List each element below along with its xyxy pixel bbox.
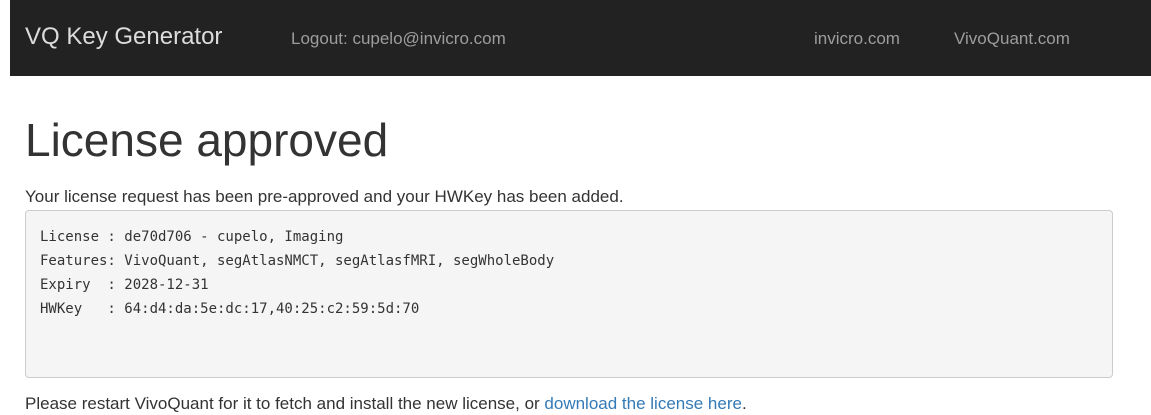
brand-link[interactable]: VQ Key Generator: [25, 22, 222, 52]
restart-text: Please restart VivoQuant for it to fetch…: [25, 394, 545, 413]
license-details-box: License : de70d706 - cupelo, Imaging Fea…: [25, 210, 1113, 378]
expiry-line: Expiry : 2028-12-31: [40, 277, 209, 293]
restart-suffix: .: [741, 394, 747, 413]
intro-text: Your license request has been pre-approv…: [25, 187, 624, 206]
logout-link[interactable]: Logout: cupelo@invicro.com: [291, 28, 506, 50]
features-line: Features: VivoQuant, segAtlasNMCT, segAt…: [40, 253, 555, 269]
license-line: License : de70d706 - cupelo, Imaging: [40, 229, 344, 245]
restart-note: Please restart VivoQuant for it to fetch…: [25, 393, 747, 415]
page-title: License approved: [25, 114, 389, 166]
hwkey-line: HWKey : 64:d4:da:5e:dc:17,40:25:c2:59:5d…: [40, 301, 420, 317]
download-license-link[interactable]: download the license here: [544, 394, 742, 413]
top-navbar: VQ Key Generator Logout: cupelo@invicro.…: [10, 0, 1151, 76]
nav-link-vivoquant[interactable]: VivoQuant.com: [954, 28, 1070, 50]
nav-link-invicro[interactable]: invicro.com: [814, 28, 900, 50]
